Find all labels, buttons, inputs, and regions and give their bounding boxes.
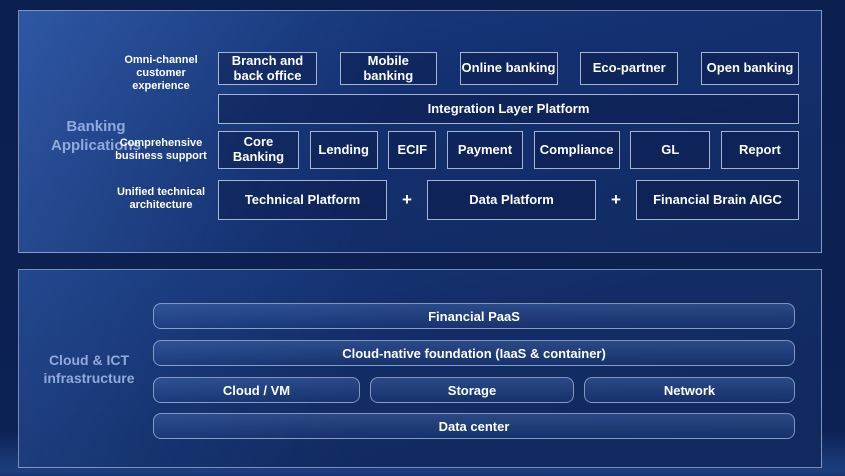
box-gl: GL: [630, 131, 710, 169]
row-label-unified-architecture: Unified technical architecture: [81, 186, 241, 212]
row-label-business-support: Comprehensive business support: [81, 137, 241, 163]
row-label-omni-channel: Omni-channel customer experience: [81, 54, 241, 93]
box-online-banking: Online banking: [460, 52, 558, 85]
channel-row: Branch and back office Mobile banking On…: [218, 52, 799, 85]
plus-separator: +: [402, 190, 412, 210]
box-cloud-vm: Cloud / VM: [153, 377, 360, 403]
cloud-ict-panel: Cloud & ICT infrastructure Financial Paa…: [18, 269, 822, 468]
box-technical-platform: Technical Platform: [218, 180, 387, 220]
box-payment: Payment: [447, 131, 523, 169]
box-eco-partner: Eco-partner: [580, 52, 678, 85]
infrastructure-row: Cloud / VM Storage Network: [153, 377, 795, 403]
banking-applications-panel: Banking Applications Omni-channel custom…: [18, 10, 822, 253]
platform-row: Technical Platform + Data Platform + Fin…: [218, 180, 799, 220]
box-financial-brain-aigc: Financial Brain AIGC: [636, 180, 799, 220]
box-integration-layer-platform: Integration Layer Platform: [218, 94, 799, 124]
box-compliance: Compliance: [534, 131, 620, 169]
box-network: Network: [584, 377, 795, 403]
box-lending: Lending: [310, 131, 378, 169]
box-open-banking: Open banking: [701, 52, 799, 85]
box-core-banking: Core Banking: [218, 131, 299, 169]
box-branch-back-office: Branch and back office: [218, 52, 317, 85]
box-data-platform: Data Platform: [427, 180, 596, 220]
box-mobile-banking: Mobile banking: [340, 52, 437, 85]
box-report: Report: [721, 131, 799, 169]
architecture-diagram: Banking Applications Omni-channel custom…: [0, 0, 845, 476]
box-financial-paas: Financial PaaS: [153, 303, 795, 329]
cloud-ict-title: Cloud & ICT infrastructure: [27, 352, 151, 387]
box-storage: Storage: [370, 377, 574, 403]
box-data-center: Data center: [153, 413, 795, 439]
business-support-row: Core Banking Lending ECIF Payment Compli…: [218, 131, 799, 169]
box-ecif: ECIF: [388, 131, 436, 169]
plus-separator: +: [611, 190, 621, 210]
box-cloud-native-foundation: Cloud-native foundation (IaaS & containe…: [153, 340, 795, 366]
